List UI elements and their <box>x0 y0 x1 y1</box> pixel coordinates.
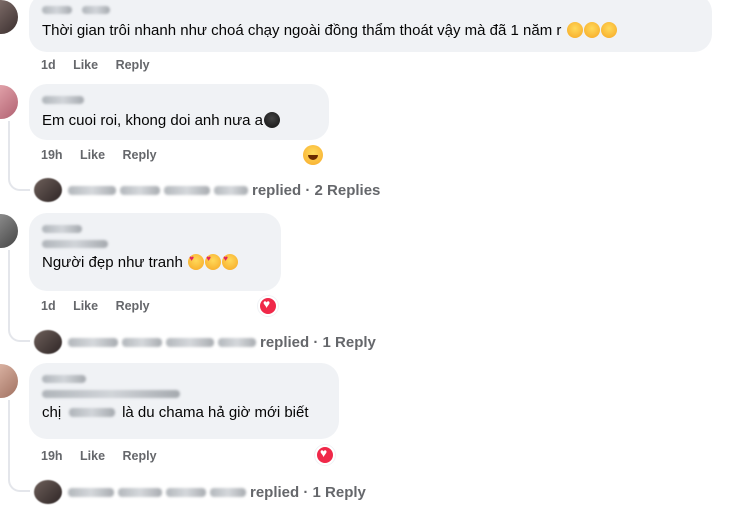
haha-reaction-icon[interactable] <box>303 145 323 165</box>
comment-actions: 1d Like Reply <box>41 58 164 72</box>
comment-text-start: chị <box>42 404 62 421</box>
replier-avatar <box>34 178 62 202</box>
comment-author-tag <box>42 235 269 248</box>
reply-button[interactable]: Reply <box>123 449 157 463</box>
comment-timestamp[interactable]: 1d <box>41 299 56 313</box>
tagged-name[interactable] <box>68 408 115 418</box>
comment-actions: 19h Like Reply <box>41 449 171 463</box>
comment-actions: 19h Like Reply <box>41 148 171 162</box>
view-replies-link[interactable]: replied · 1 Reply <box>34 330 376 354</box>
comment-author-name[interactable] <box>42 91 317 107</box>
comment-text: Em cuoi roi, khong doi anh nưa a <box>42 112 264 129</box>
comment-timestamp[interactable]: 1d <box>41 58 56 72</box>
smiling-hearts-emoji <box>205 254 222 270</box>
comment-bubble: Thời gian trôi nhanh như choá chạy ngoài… <box>29 0 712 52</box>
reply-thread-line <box>8 121 30 191</box>
comment-bubble: chị là du chama hả giờ mới biết <box>29 363 339 439</box>
view-replies-link[interactable]: replied · 1 Reply <box>34 480 366 504</box>
comment-author-name[interactable] <box>42 220 269 233</box>
reply-thread-line <box>8 250 30 342</box>
comment-text: Thời gian trôi nhanh như choá chạy ngoài… <box>42 22 562 39</box>
comment-author-tag <box>42 385 327 398</box>
comment-author-name[interactable] <box>42 370 327 383</box>
comment-bubble: Người đẹp như tranh <box>29 213 281 291</box>
rolling-laughing-emoji <box>566 22 583 38</box>
comment-text: Người đẹp như tranh <box>42 254 183 271</box>
commenter-avatar[interactable] <box>0 214 18 248</box>
comment-bubble: Em cuoi roi, khong doi anh nưa a <box>29 84 329 140</box>
commenter-avatar[interactable] <box>0 364 18 398</box>
comment-actions: 1d Like Reply <box>41 299 164 313</box>
reply-button[interactable]: Reply <box>116 58 150 72</box>
love-reaction-icon[interactable] <box>258 296 278 316</box>
rolling-laughing-emoji <box>583 22 600 38</box>
love-reaction-icon[interactable] <box>315 445 335 465</box>
reply-button[interactable]: Reply <box>123 148 157 162</box>
penguin-emoji <box>264 112 281 128</box>
replier-avatar <box>34 330 62 354</box>
reply-thread-line <box>8 400 30 492</box>
replies-count[interactable]: replied · 2 Replies <box>252 182 380 199</box>
commenter-avatar[interactable] <box>0 85 18 119</box>
like-button[interactable]: Like <box>80 148 105 162</box>
smiling-hearts-emoji <box>188 254 205 270</box>
commenter-avatar[interactable] <box>0 0 18 34</box>
replier-avatar <box>34 480 62 504</box>
view-replies-link[interactable]: replied · 2 Replies <box>34 178 380 202</box>
comment-timestamp[interactable]: 19h <box>41 148 63 162</box>
comment-text-end: là du chama hả giờ mới biết <box>122 404 309 421</box>
like-button[interactable]: Like <box>73 58 98 72</box>
replies-count[interactable]: replied · 1 Reply <box>250 484 366 501</box>
rolling-laughing-emoji <box>600 22 617 38</box>
reply-button[interactable]: Reply <box>116 299 150 313</box>
comment-author-name[interactable] <box>42 1 700 17</box>
comment-timestamp[interactable]: 19h <box>41 449 63 463</box>
like-button[interactable]: Like <box>80 449 105 463</box>
like-button[interactable]: Like <box>73 299 98 313</box>
smiling-hearts-emoji <box>222 254 239 270</box>
replies-count[interactable]: replied · 1 Reply <box>260 334 376 351</box>
